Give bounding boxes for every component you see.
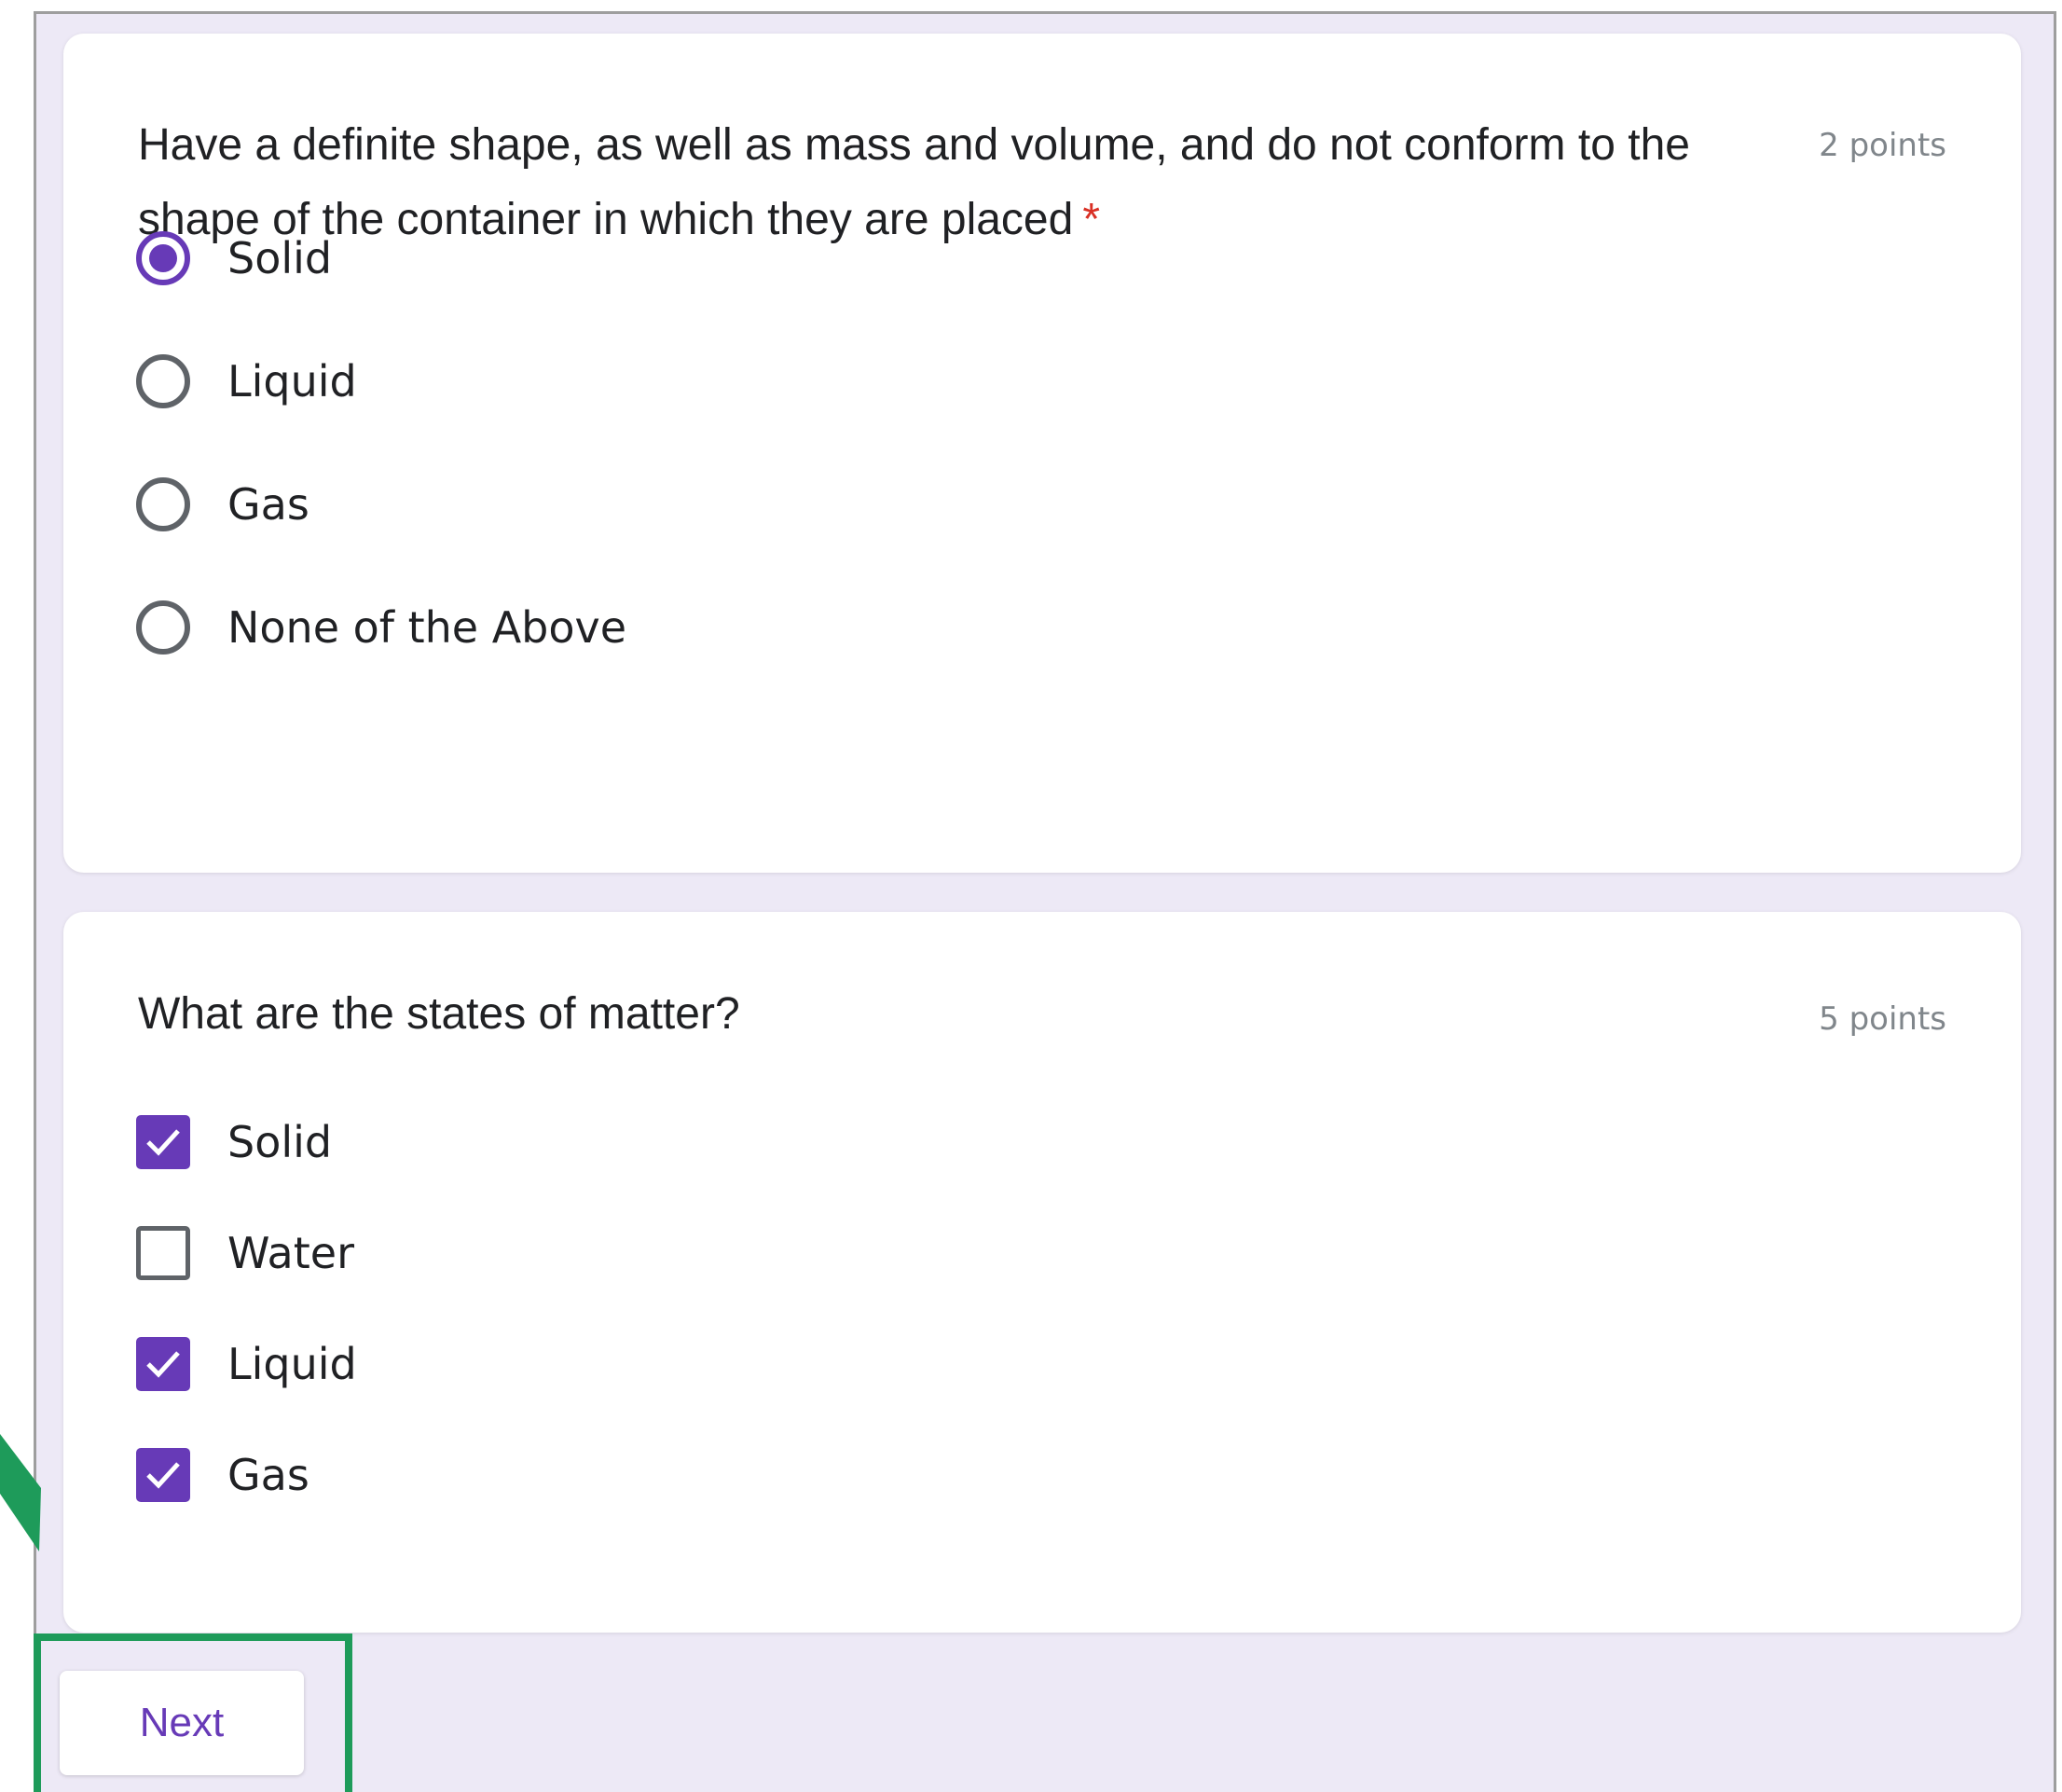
option-label: Gas: [227, 479, 309, 530]
checkbox-option-solid[interactable]: Solid: [136, 1110, 332, 1175]
checkbox-option-liquid[interactable]: Liquid: [136, 1331, 357, 1397]
option-label: Solid: [227, 233, 333, 283]
annotation-highlight-box: [34, 1633, 352, 1792]
radio-button[interactable]: [136, 354, 190, 408]
question-title: Have a definite shape, as well as mass a…: [138, 108, 1807, 257]
option-label: Solid: [227, 1117, 333, 1167]
option-label: Water: [227, 1228, 354, 1278]
arrow-icon: [0, 1434, 41, 1551]
option-label: Gas: [227, 1450, 309, 1500]
radio-option-none-of-the-above[interactable]: None of the Above: [136, 595, 626, 660]
checkmark-icon: [146, 1129, 180, 1156]
checkmark-icon: [146, 1351, 180, 1378]
checkbox-option-water[interactable]: Water: [136, 1220, 354, 1286]
option-label: Liquid: [227, 356, 357, 407]
question-card-2: What are the states of matter? 5 points …: [63, 912, 2021, 1633]
radio-button[interactable]: [136, 600, 190, 655]
option-label: Liquid: [227, 1339, 357, 1389]
radio-option-gas[interactable]: Gas: [136, 472, 309, 537]
radio-option-liquid[interactable]: Liquid: [136, 349, 357, 414]
checkbox[interactable]: [136, 1226, 190, 1280]
checkmark-icon: [146, 1462, 180, 1489]
points-label: 2 points: [1819, 127, 1946, 164]
radio-button-checked[interactable]: [136, 231, 190, 285]
option-label: None of the Above: [227, 602, 627, 653]
checkbox-checked[interactable]: [136, 1337, 190, 1391]
points-label: 5 points: [1819, 1000, 1946, 1038]
question-title: What are the states of matter?: [138, 989, 740, 1039]
checkbox-checked[interactable]: [136, 1115, 190, 1169]
question-text: Have a definite shape, as well as mass a…: [138, 120, 1690, 244]
radio-button[interactable]: [136, 477, 190, 531]
question-card-1: Have a definite shape, as well as mass a…: [63, 34, 2021, 873]
required-marker: *: [1082, 195, 1100, 244]
checkbox-checked[interactable]: [136, 1448, 190, 1502]
radio-option-solid[interactable]: Solid: [136, 226, 332, 291]
checkbox-option-gas[interactable]: Gas: [136, 1442, 309, 1508]
